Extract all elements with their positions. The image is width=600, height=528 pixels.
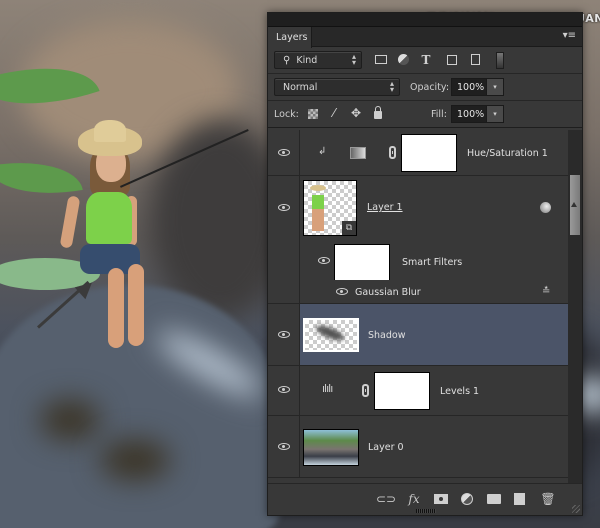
layer-row-layer-0[interactable]: Layer 0	[268, 416, 568, 478]
eye-icon[interactable]	[278, 204, 290, 211]
thumb-hat	[310, 185, 326, 191]
eye-icon[interactable]	[278, 149, 290, 156]
panel-resize-corner[interactable]	[572, 505, 580, 513]
girl-hat-crown	[94, 120, 126, 142]
layer-row-shadow[interactable]: Shadow	[268, 304, 568, 366]
scroll-up-arrow-icon[interactable]	[571, 202, 577, 207]
panel-titlebar[interactable]	[268, 13, 582, 27]
blend-mode-dropdown[interactable]: Normal ▴ ▾	[274, 78, 400, 96]
smart-filter-indicator-icon[interactable]	[540, 202, 551, 213]
eye-icon[interactable]	[336, 288, 348, 295]
panel-resize-grip[interactable]	[416, 509, 436, 513]
fill-label: Fill:	[431, 109, 447, 120]
lock-position-icon[interactable]: ✥	[349, 106, 363, 120]
layers-panel: Layers ▾≡ ⚲ Kind ▴ ▾ T Normal ▴ ▾ Opacity:	[267, 12, 583, 516]
updown-chevron-icon: ▴ ▾	[389, 79, 394, 94]
filter-toggle-switch[interactable]	[496, 52, 504, 69]
opacity-input[interactable]: 100%	[451, 78, 487, 96]
new-group-icon[interactable]	[487, 494, 501, 504]
levels-icon: ılılı	[322, 382, 333, 395]
lock-row: Lock: ⁄ ✥ Fill: 100% ▾	[268, 101, 582, 128]
eye-icon[interactable]	[318, 257, 330, 264]
mask-link-icon[interactable]	[389, 146, 396, 159]
layer-row-levels[interactable]: ılılı Levels 1	[268, 366, 568, 416]
girl-leg-left	[108, 268, 124, 348]
panel-tab-bar: Layers ▾≡	[268, 27, 582, 48]
filter-row: ⚲ Kind ▴ ▾ T	[268, 47, 582, 74]
updown-chevron-icon: ▴ ▾	[351, 52, 356, 67]
rock-shadow-2	[100, 440, 170, 480]
rock-shadow-1	[40, 400, 100, 440]
opacity-dropdown-button[interactable]: ▾	[486, 78, 504, 96]
search-icon: ⚲	[283, 55, 291, 66]
add-mask-icon[interactable]	[434, 494, 448, 504]
layer-name[interactable]: Layer 0	[368, 442, 404, 453]
smart-object-badge-icon: ⧉	[342, 221, 356, 235]
blend-mode-value: Normal	[283, 82, 318, 93]
smart-filter-mask-thumbnail[interactable]	[334, 244, 390, 282]
smart-object-filter-icon[interactable]	[468, 53, 482, 67]
fx-icon[interactable]: fx	[406, 492, 422, 506]
type-layer-filter-icon[interactable]: T	[419, 53, 433, 67]
fill-dropdown-button[interactable]: ▾	[486, 105, 504, 123]
layer-mask-thumbnail[interactable]	[374, 372, 430, 410]
layer-name[interactable]: Layer 1	[367, 202, 403, 213]
adjustment-layer-filter-icon[interactable]	[396, 53, 410, 67]
panel-footer: ⊂⊃ fx 🗑	[268, 483, 582, 515]
mask-link-icon[interactable]	[362, 384, 369, 397]
clipping-arrow-icon: ↲	[318, 146, 327, 157]
visibility-column	[268, 176, 300, 240]
hue-saturation-icon	[350, 147, 366, 159]
visibility-column	[268, 416, 300, 477]
lock-all-icon[interactable]	[374, 106, 382, 119]
new-adjustment-icon[interactable]	[461, 493, 473, 505]
filter-kind-label: Kind	[296, 55, 318, 66]
layer-row-hue-saturation[interactable]: ↲ Hue/Saturation 1	[268, 130, 568, 176]
delete-layer-icon[interactable]: 🗑	[540, 492, 556, 506]
new-layer-icon[interactable]	[514, 493, 525, 505]
filter-blending-options-icon[interactable]: ≛	[542, 286, 550, 297]
layer-thumbnail[interactable]: ⧉	[303, 180, 357, 236]
layer-name[interactable]: Levels 1	[440, 386, 479, 397]
girl-arm-left	[59, 195, 81, 249]
thumb-legs	[312, 209, 324, 231]
lock-transparent-pixels-icon[interactable]	[308, 109, 318, 119]
layer-name[interactable]: Gaussian Blur	[355, 287, 421, 298]
thumb-body	[312, 195, 324, 209]
pixel-layer-filter-icon[interactable]	[374, 53, 388, 67]
eye-icon[interactable]	[278, 386, 290, 393]
blend-row: Normal ▴ ▾ Opacity: 100% ▾	[268, 74, 582, 101]
layer-thumbnail[interactable]	[303, 429, 359, 466]
layer-name[interactable]: Hue/Saturation 1	[467, 148, 548, 159]
thumb-shadow	[314, 322, 346, 344]
visibility-column	[268, 130, 300, 175]
shape-layer-filter-icon[interactable]	[445, 53, 459, 67]
eye-icon[interactable]	[278, 331, 290, 338]
layers-list: ↲ Hue/Saturation 1 ⧉ Layer 1 Smart Filte…	[268, 130, 568, 485]
link-layers-icon[interactable]: ⊂⊃	[376, 492, 396, 506]
girl-leg-right	[128, 264, 144, 346]
filter-kind-dropdown[interactable]: ⚲ Kind ▴ ▾	[274, 51, 362, 69]
layer-row-smart-filters[interactable]: Smart Filters	[268, 240, 568, 282]
panel-menu-icon[interactable]: ▾≡	[563, 31, 576, 41]
layer-name[interactable]: Smart Filters	[402, 257, 462, 268]
visibility-column	[268, 366, 300, 415]
lock-image-pixels-icon[interactable]: ⁄	[327, 106, 341, 120]
layer-name[interactable]: Shadow	[368, 330, 406, 341]
layer-mask-thumbnail[interactable]	[401, 134, 457, 172]
lock-label: Lock:	[274, 109, 299, 120]
layer-row-gaussian-blur[interactable]: Gaussian Blur ≛	[268, 280, 568, 304]
girl-body	[86, 192, 132, 244]
visibility-column	[268, 280, 300, 303]
eye-icon[interactable]	[278, 443, 290, 450]
layer-row-layer-1[interactable]: ⧉ Layer 1	[268, 176, 568, 240]
fill-input[interactable]: 100%	[451, 105, 487, 123]
layer-thumbnail[interactable]	[303, 318, 359, 352]
visibility-column	[268, 304, 300, 365]
layers-scrollbar[interactable]	[568, 130, 582, 485]
visibility-column	[268, 240, 300, 280]
tab-layers[interactable]: Layers	[268, 27, 312, 48]
opacity-label: Opacity:	[410, 82, 450, 93]
